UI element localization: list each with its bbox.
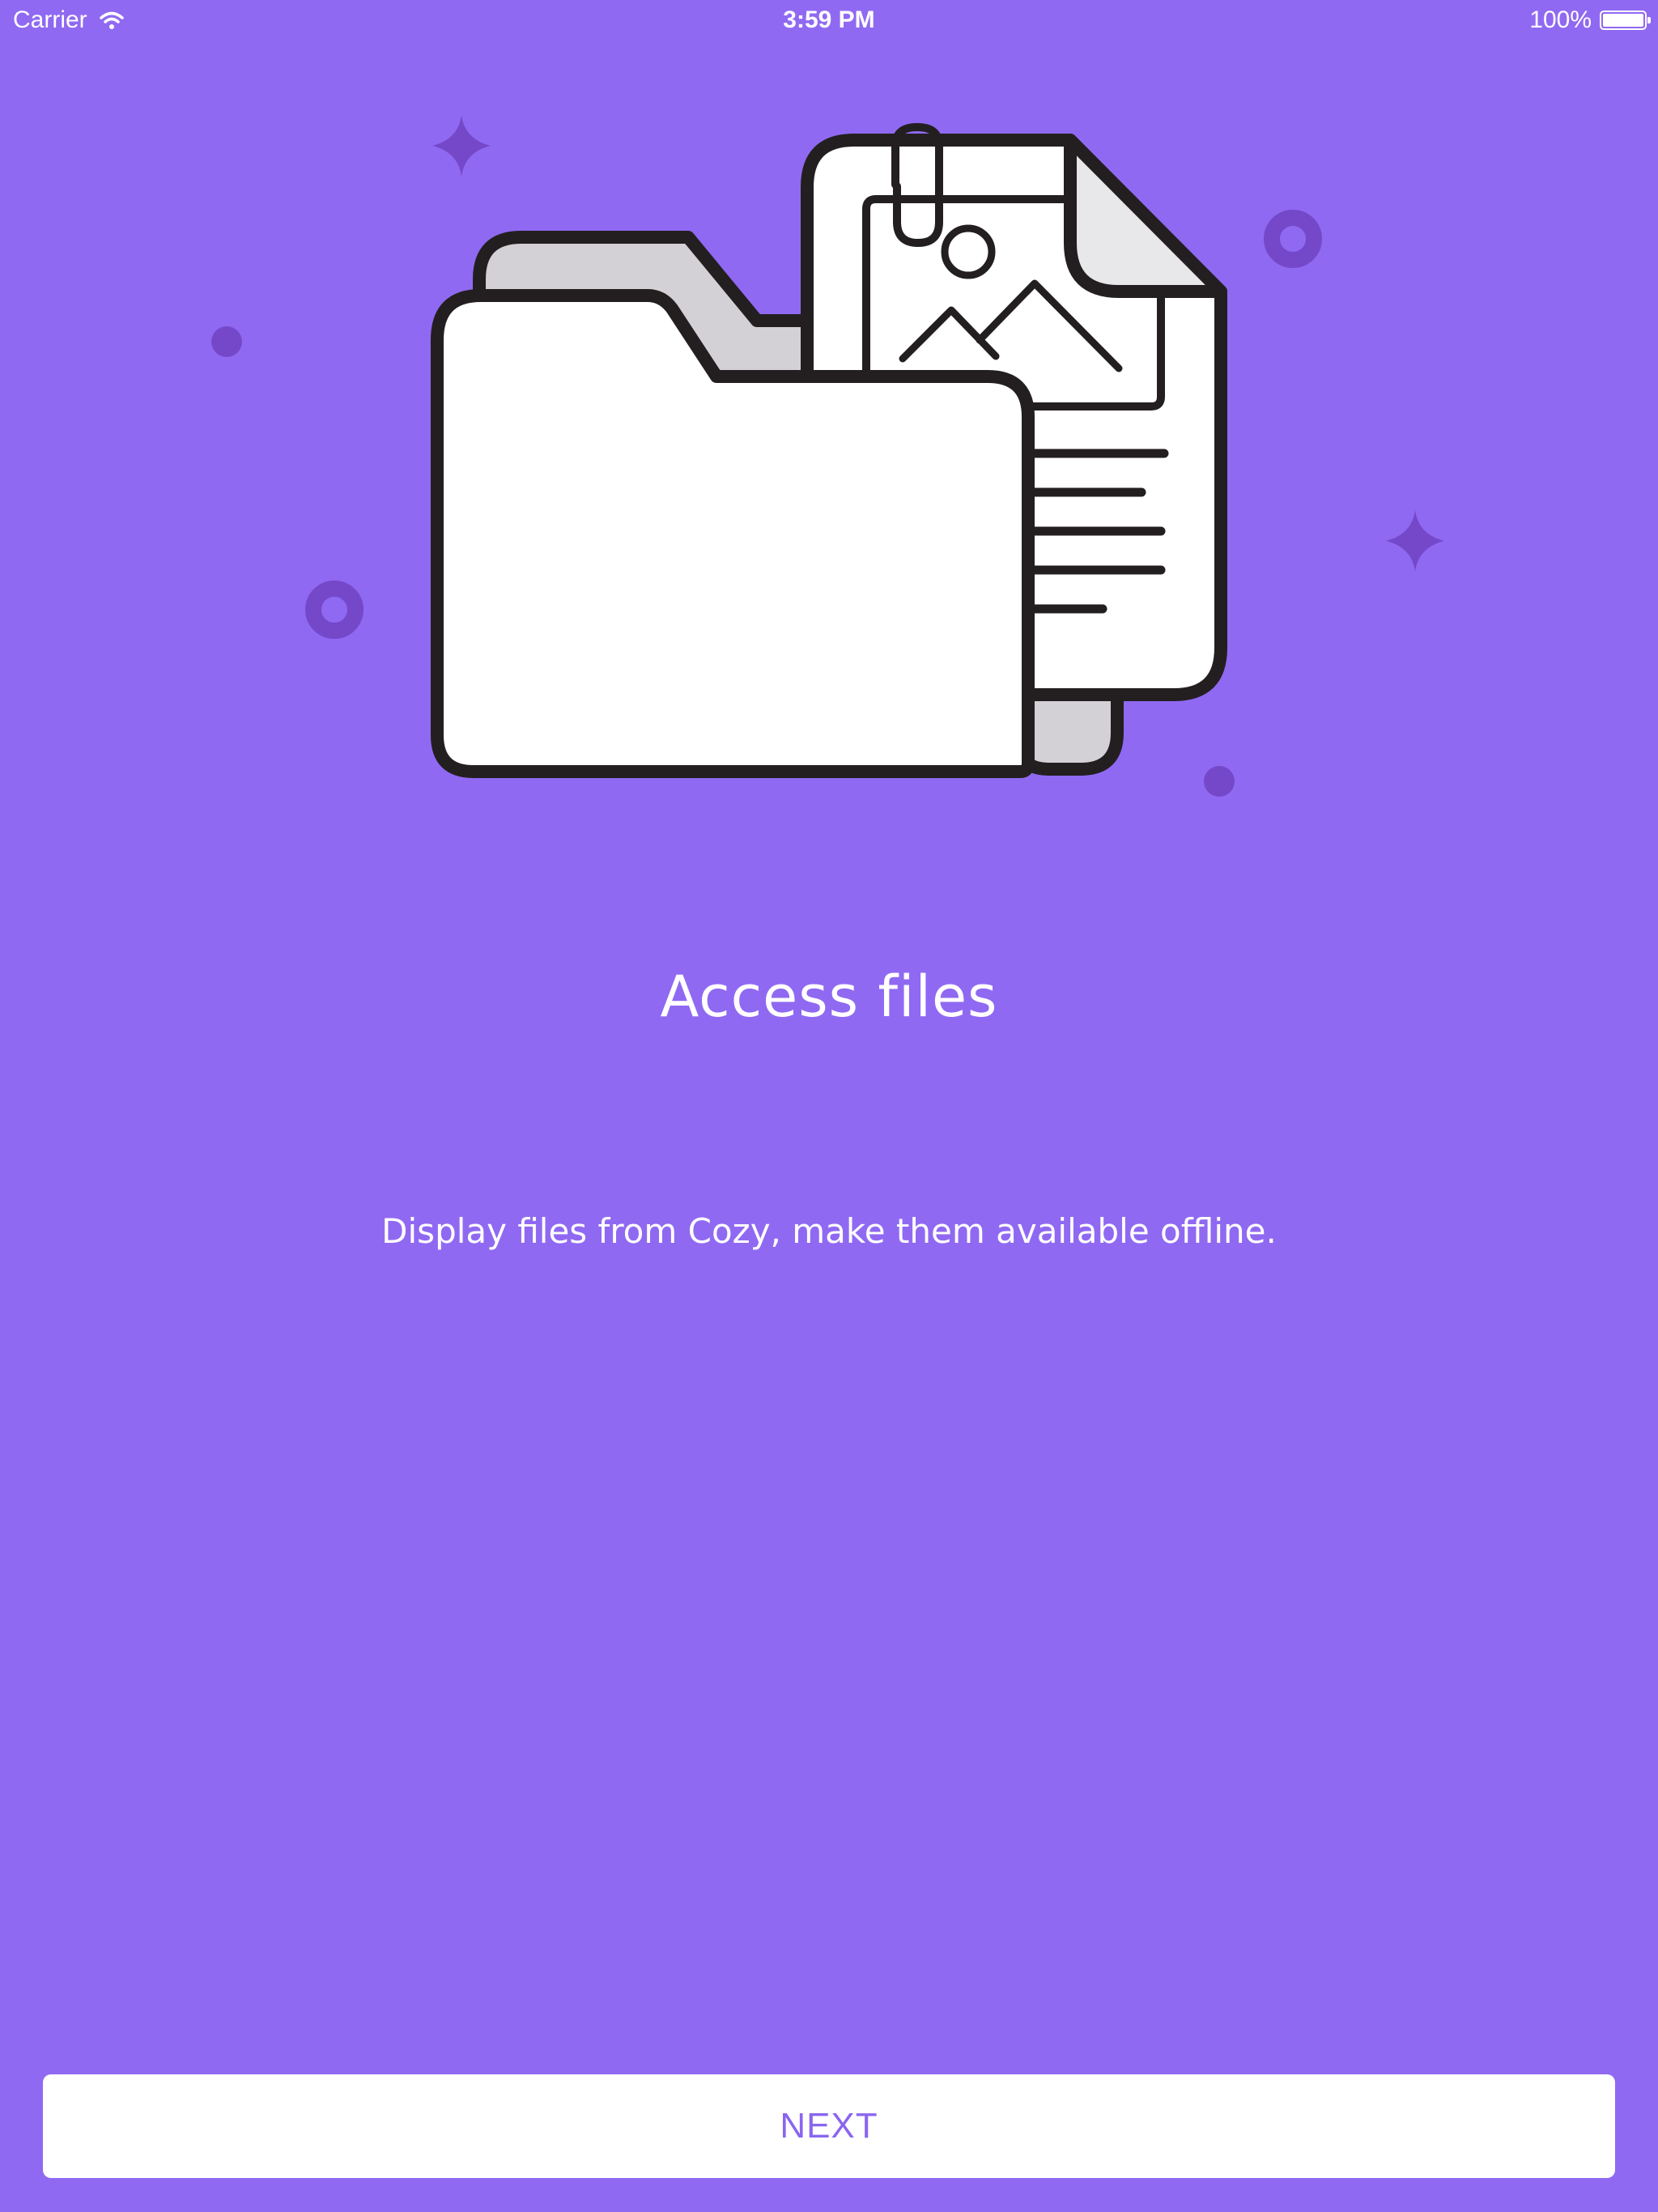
ring-icon <box>1264 210 1322 268</box>
document-folded-corner <box>1064 134 1227 298</box>
next-button[interactable]: NEXT <box>43 2074 1615 2178</box>
page-title: Access files <box>660 963 998 1030</box>
dot-icon <box>1204 766 1235 797</box>
page-description: Display files from Cozy, make them avail… <box>381 1211 1277 1251</box>
sparkle-icon <box>432 115 491 177</box>
sparkle-icon <box>1386 510 1444 572</box>
folder-with-image-document-icon <box>211 115 1444 797</box>
dot-icon <box>211 326 242 357</box>
ring-icon <box>305 581 363 639</box>
